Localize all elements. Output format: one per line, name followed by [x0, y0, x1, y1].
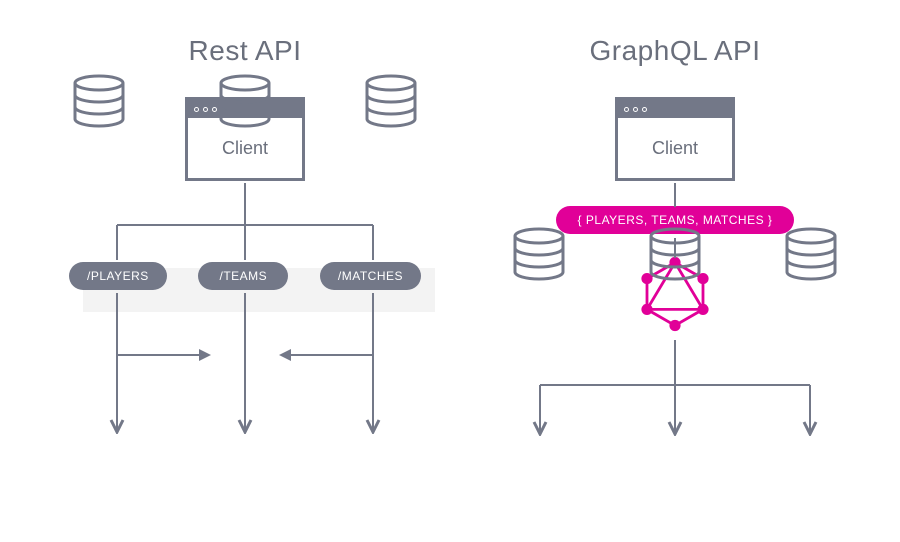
graphql-column: GraphQL API Client { PLAYERS, TEAMS, MAT…	[485, 0, 865, 334]
database-icon	[69, 73, 129, 129]
database-icon	[361, 73, 421, 129]
database-icon	[509, 226, 569, 282]
database-icon	[645, 226, 705, 282]
database-icon	[781, 226, 841, 282]
database-icon	[215, 73, 275, 129]
endpoint-matches: /MATCHES	[320, 262, 421, 290]
rest-db-row	[35, 73, 455, 129]
endpoint-players: /PLAYERS	[69, 262, 167, 290]
rest-endpoints-row: /PLAYERS /TEAMS /MATCHES	[35, 262, 455, 290]
rest-column: Rest API Client /PLAYERS /TEAMS /MATCHES	[35, 0, 455, 181]
endpoint-teams: /TEAMS	[198, 262, 288, 290]
graphql-db-row	[485, 226, 865, 282]
